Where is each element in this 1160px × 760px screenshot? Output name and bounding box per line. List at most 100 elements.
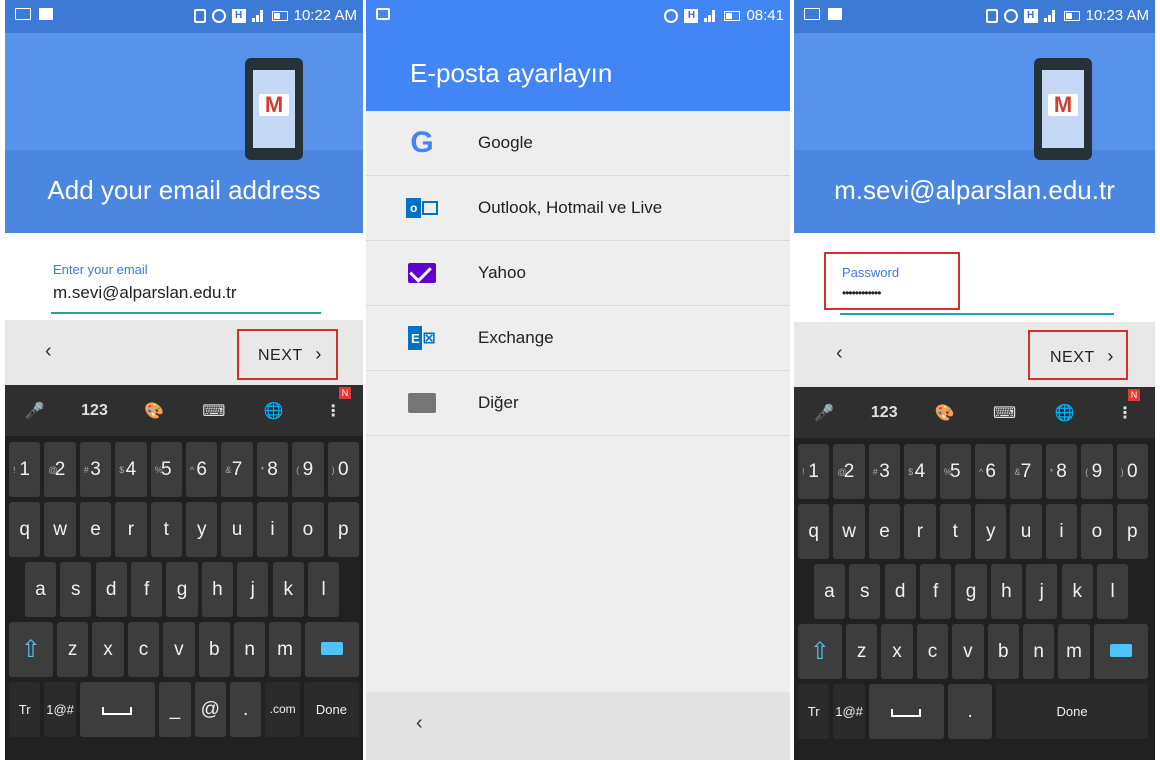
palette-icon[interactable]: 🎨: [124, 401, 184, 421]
tr-key[interactable]: Tr: [798, 684, 830, 739]
palette-icon[interactable]: 🎨: [914, 403, 974, 423]
key-b[interactable]: b: [198, 622, 230, 677]
key-v[interactable]: v: [163, 622, 195, 677]
key-w[interactable]: w: [833, 504, 865, 559]
key-m[interactable]: m: [269, 622, 301, 677]
key-y[interactable]: y: [975, 504, 1007, 559]
key-t[interactable]: t: [939, 504, 971, 559]
key-p[interactable]: p: [327, 502, 359, 557]
mic-icon[interactable]: 🎤: [5, 401, 65, 421]
email-input[interactable]: m.sevi@alparslan.edu.tr: [53, 283, 321, 303]
key-4[interactable]: 4 $: [115, 442, 147, 497]
key-s[interactable]: s: [60, 562, 92, 617]
back-button[interactable]: ‹: [45, 340, 52, 363]
key-d[interactable]: d: [95, 562, 127, 617]
key-q[interactable]: q: [798, 504, 830, 559]
key-3[interactable]: 3 #: [79, 442, 112, 497]
provider-item[interactable]: Yahoo: [366, 241, 790, 306]
back-button[interactable]: ‹: [416, 712, 423, 735]
key-u[interactable]: u: [1010, 504, 1042, 559]
key-q[interactable]: q: [9, 502, 41, 557]
key-0[interactable]: 0): [327, 442, 359, 497]
key-i[interactable]: i: [1045, 504, 1078, 559]
key-w[interactable]: w: [44, 502, 76, 557]
key-t[interactable]: t: [150, 502, 182, 557]
space-key[interactable]: [868, 684, 945, 739]
key-f[interactable]: f: [130, 562, 163, 617]
key-o[interactable]: o: [1081, 504, 1113, 559]
key-n[interactable]: n: [1022, 624, 1055, 679]
numbers-button[interactable]: 123: [65, 402, 125, 420]
key-v[interactable]: v: [952, 624, 984, 679]
keyboard-icon[interactable]: ⌨: [975, 403, 1035, 423]
numbers-button[interactable]: 123: [854, 404, 914, 422]
shift-key[interactable]: ⇧: [9, 622, 53, 677]
key-j[interactable]: j: [1026, 564, 1058, 619]
provider-item[interactable]: o Outlook, Hotmail ve Live: [366, 176, 790, 241]
key-h[interactable]: h: [990, 564, 1023, 619]
key-4[interactable]: 4 $: [904, 444, 936, 499]
key-2[interactable]: 2 @: [44, 442, 76, 497]
key-k[interactable]: k: [1061, 564, 1093, 619]
provider-item[interactable]: G Google: [366, 111, 790, 176]
backspace-key[interactable]: [1093, 624, 1148, 679]
key-e[interactable]: e: [868, 504, 901, 559]
dotcom-key[interactable]: .com: [265, 682, 300, 737]
key-5[interactable]: 5%: [939, 444, 971, 499]
provider-item[interactable]: E ⊠ Exchange: [366, 306, 790, 371]
key-x[interactable]: x: [881, 624, 913, 679]
key-j[interactable]: j: [237, 562, 269, 617]
underscore-key[interactable]: _: [159, 682, 191, 737]
key-1[interactable]: 1!: [798, 444, 830, 499]
key-h[interactable]: h: [201, 562, 234, 617]
symbols-key[interactable]: 1@#: [44, 682, 76, 737]
done-key[interactable]: Done: [303, 682, 359, 737]
key-7[interactable]: 7 &: [221, 442, 253, 497]
key-f[interactable]: f: [919, 564, 952, 619]
key-m[interactable]: m: [1058, 624, 1090, 679]
key-z[interactable]: z: [56, 622, 89, 677]
key-k[interactable]: k: [272, 562, 304, 617]
key-8[interactable]: 8 *: [256, 442, 289, 497]
back-button[interactable]: ‹: [836, 342, 843, 365]
more-icon[interactable]: ⋮: [303, 401, 363, 421]
key-c[interactable]: c: [916, 624, 949, 679]
key-d[interactable]: d: [884, 564, 916, 619]
key-i[interactable]: i: [256, 502, 289, 557]
key-l[interactable]: l: [1096, 564, 1129, 619]
key-8[interactable]: 8 *: [1045, 444, 1078, 499]
key-z[interactable]: z: [845, 624, 878, 679]
dot-key[interactable]: .: [229, 682, 262, 737]
at-key[interactable]: @: [194, 682, 226, 737]
key-6[interactable]: 6 ^: [975, 444, 1007, 499]
globe-icon[interactable]: 🌐: [244, 401, 304, 421]
done-key[interactable]: Done: [996, 684, 1148, 739]
key-r[interactable]: r: [115, 502, 147, 557]
key-g[interactable]: g: [166, 562, 198, 617]
space-key[interactable]: [79, 682, 156, 737]
key-g[interactable]: g: [955, 564, 987, 619]
key-n[interactable]: n: [233, 622, 266, 677]
more-icon[interactable]: ⋮: [1095, 403, 1155, 423]
key-r[interactable]: r: [904, 504, 936, 559]
dot-key[interactable]: .: [948, 684, 993, 739]
key-s[interactable]: s: [849, 564, 881, 619]
key-y[interactable]: y: [186, 502, 218, 557]
key-3[interactable]: 3 #: [868, 444, 901, 499]
key-2[interactable]: 2 @: [833, 444, 865, 499]
keyboard-icon[interactable]: ⌨: [184, 401, 244, 421]
key-u[interactable]: u: [221, 502, 253, 557]
key-9[interactable]: 9(: [1081, 444, 1113, 499]
key-c[interactable]: c: [127, 622, 160, 677]
shift-key[interactable]: ⇧: [798, 624, 842, 679]
key-a[interactable]: a: [813, 564, 846, 619]
key-1[interactable]: 1!: [9, 442, 41, 497]
key-x[interactable]: x: [92, 622, 124, 677]
key-7[interactable]: 7 &: [1010, 444, 1042, 499]
mic-icon[interactable]: 🎤: [794, 403, 854, 423]
key-p[interactable]: p: [1116, 504, 1148, 559]
key-9[interactable]: 9(: [292, 442, 324, 497]
provider-item[interactable]: Diğer: [366, 371, 790, 436]
key-e[interactable]: e: [79, 502, 112, 557]
key-o[interactable]: o: [292, 502, 324, 557]
